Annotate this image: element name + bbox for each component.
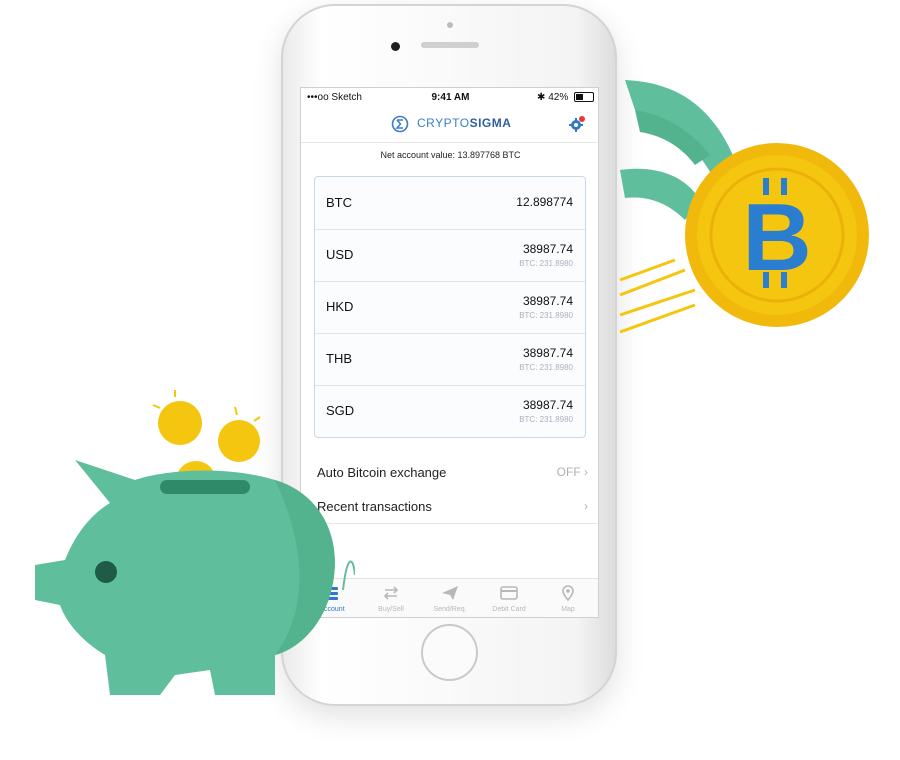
- phone-speaker: [421, 42, 479, 48]
- chevron-right-icon: ›: [584, 499, 588, 513]
- balance-row-hkd[interactable]: HKD 38987.74 BTC: 231.8980: [315, 281, 585, 334]
- currency-amount: 38987.74: [522, 398, 573, 412]
- btc-equivalent: BTC: 231.8980: [519, 311, 573, 320]
- battery-icon: [574, 92, 594, 103]
- card-icon: [500, 586, 518, 600]
- front-camera: [391, 42, 400, 51]
- tab-label: Debit Card: [492, 606, 526, 613]
- swap-icon: [383, 586, 399, 600]
- bitcoin-symbol: B: [742, 184, 811, 291]
- btc-equivalent: BTC: 231.8980: [519, 363, 573, 372]
- logo-suffix: SIGMA: [469, 116, 512, 131]
- currency-amount: 12.898774: [516, 195, 573, 209]
- balance-row-usd[interactable]: USD 38987.74 BTC: 231.8980: [315, 229, 585, 282]
- tab-label: Map: [561, 606, 575, 613]
- piggy-bank-illustration: [35, 390, 355, 695]
- btc-equivalent: BTC: 231.8980: [519, 415, 573, 424]
- currency-amount: 38987.74: [522, 294, 573, 308]
- status-bar: •••oo Sketch 9:41 AM ✱ 42%: [301, 88, 598, 108]
- balance-row-btc[interactable]: BTC 12.898774: [315, 177, 585, 230]
- battery-indicator: ✱ 42%: [537, 92, 594, 103]
- flying-bitcoin-illustration: B: [619, 80, 869, 334]
- balance-row-thb[interactable]: THB 38987.74 BTC: 231.8980: [315, 333, 585, 386]
- currency-code: THB: [326, 351, 352, 366]
- net-account-value: Net account value: 13.897768 BTC: [380, 150, 521, 160]
- chevron-right-icon: ›: [584, 465, 588, 479]
- pig-icon: [35, 460, 335, 695]
- currency-amount: 38987.74: [522, 346, 573, 360]
- speed-lines-icon: [619, 258, 696, 334]
- settings-gear-icon[interactable]: [568, 115, 586, 133]
- logo-prefix: CRYPTO: [417, 116, 470, 131]
- currency-amount: 38987.74: [522, 242, 573, 256]
- bluetooth-icon: ✱: [537, 92, 546, 103]
- tab-map[interactable]: Map: [539, 579, 597, 617]
- auto-exchange-value: OFF ›: [557, 465, 588, 479]
- tab-send-request[interactable]: Send/Req.: [421, 579, 479, 617]
- currency-code: USD: [326, 247, 354, 262]
- home-button[interactable]: [421, 624, 478, 681]
- map-pin-icon: [562, 585, 574, 601]
- phone-sensor: [447, 22, 453, 28]
- tab-debit-card[interactable]: Debit Card: [480, 579, 538, 617]
- paper-plane-icon: [442, 586, 458, 600]
- btc-equivalent: BTC: 231.8980: [519, 259, 573, 268]
- bitcoin-coin-icon: B: [685, 143, 869, 327]
- tab-label: Send/Req.: [433, 606, 467, 613]
- tab-buy-sell[interactable]: Buy/Sell: [362, 579, 420, 617]
- sigma-logo-icon: [391, 115, 409, 133]
- battery-percent: 42%: [548, 92, 569, 103]
- tab-label: Buy/Sell: [378, 606, 404, 613]
- app-logo: CRYPTOSIGMA: [391, 115, 511, 133]
- currency-code: HKD: [326, 299, 354, 314]
- balance-row-sgd[interactable]: SGD 38987.74 BTC: 231.8980: [315, 385, 585, 437]
- wave-line-icon: [342, 560, 355, 591]
- app-header: CRYPTOSIGMA: [301, 108, 598, 143]
- currency-code: BTC: [326, 195, 352, 210]
- auto-exchange-state: OFF: [556, 465, 581, 479]
